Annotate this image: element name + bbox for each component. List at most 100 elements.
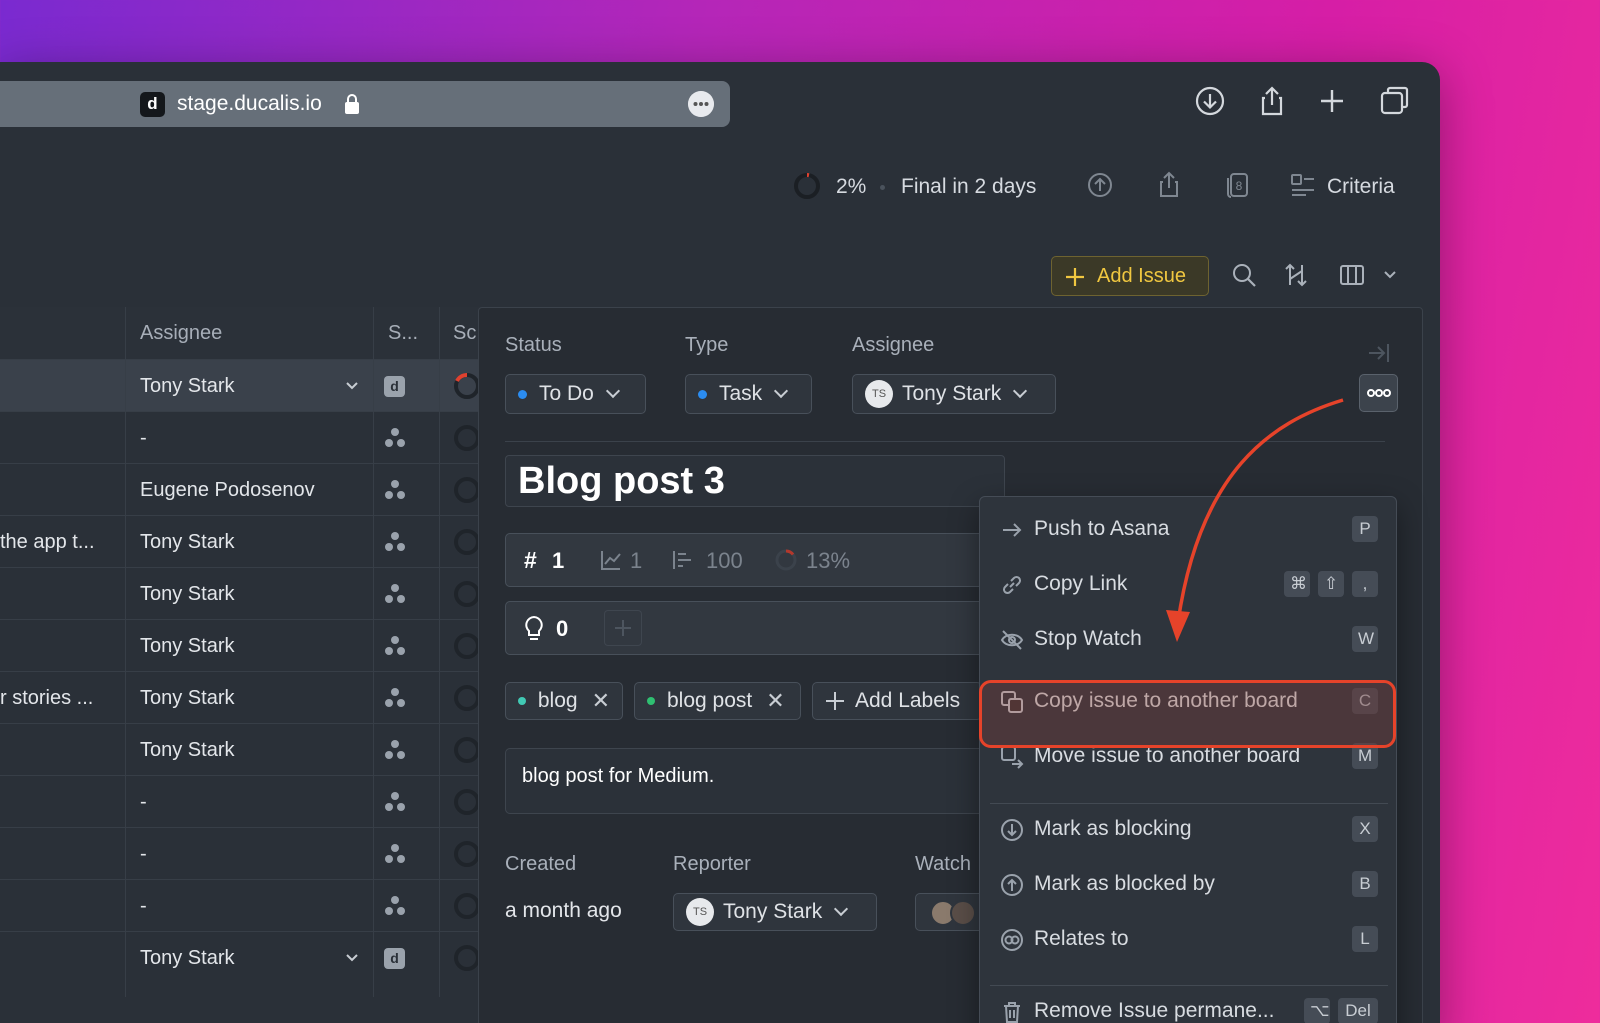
table-row[interactable]: Tony Stark d <box>0 359 480 411</box>
issue-name-cell[interactable]: the app t... <box>0 516 95 568</box>
issue-title-field[interactable]: Blog post 3 <box>505 455 1005 507</box>
chevron-down-icon <box>834 901 849 917</box>
issue-number: 1 <box>552 548 565 573</box>
annotation-arrow-icon <box>1166 398 1344 642</box>
table-row[interactable]: - <box>0 411 480 463</box>
collapse-panel-icon[interactable] <box>1366 340 1392 366</box>
assignee-cell[interactable]: Tony Stark <box>140 724 234 776</box>
sort-icon[interactable] <box>1282 261 1310 289</box>
export-icon[interactable] <box>1154 170 1184 200</box>
label-chip[interactable]: blog post ✕ <box>634 682 801 720</box>
table-row[interactable]: the app t... Tony Stark <box>0 515 480 567</box>
assignee-cell[interactable]: - <box>140 412 147 464</box>
assignee-dropdown[interactable]: TS Tony Stark <box>852 374 1056 414</box>
assignee-cell[interactable]: Tony Stark <box>140 932 234 984</box>
move-icon <box>1001 746 1024 769</box>
separator-dot <box>880 185 885 190</box>
chevron-down-icon[interactable] <box>344 950 360 966</box>
address-bar[interactable]: d stage.ducalis.io <box>0 81 730 127</box>
criteria-label[interactable]: Criteria <box>1327 170 1395 204</box>
table-row[interactable]: Tony Stark <box>0 567 480 619</box>
shortcut-key: Del <box>1338 998 1378 1023</box>
shortcut-key: B <box>1352 871 1378 897</box>
status-dropdown[interactable]: To Do <box>505 374 646 414</box>
table-row[interactable]: Tony Stark d <box>0 931 480 983</box>
assignee-cell[interactable]: - <box>140 776 147 828</box>
remove-label-icon[interactable]: ✕ <box>766 688 784 714</box>
col-assignee[interactable]: Assignee <box>140 307 222 359</box>
more-options-icon[interactable] <box>688 91 714 117</box>
assignee-cell[interactable]: - <box>140 880 147 932</box>
url-text: stage.ducalis.io <box>177 92 322 115</box>
chevron-down-icon[interactable] <box>344 378 360 394</box>
type-dropdown[interactable]: Task <box>685 374 812 414</box>
col-score[interactable]: Sc <box>453 307 476 359</box>
assignee-cell[interactable]: Eugene Podosenov <box>140 464 315 516</box>
avatar <box>950 900 976 926</box>
score-value: 100 <box>706 548 743 573</box>
arrow-down-circle-icon <box>1001 819 1023 841</box>
criteria-icon[interactable] <box>1288 170 1318 200</box>
table-row[interactable]: - <box>0 827 480 879</box>
table-row[interactable]: - <box>0 879 480 931</box>
description-field[interactable]: blog post for Medium. <box>505 748 1005 814</box>
search-icon[interactable] <box>1230 261 1258 289</box>
team-icon <box>385 740 405 759</box>
add-labels-button[interactable]: Add Labels <box>812 682 982 720</box>
tabs-overview-icon[interactable] <box>1378 84 1412 118</box>
table-row[interactable]: Tony Stark <box>0 619 480 671</box>
menu-item-mark-as-blocked-by[interactable]: Mark as blocked by B <box>980 860 1398 910</box>
ideas-count: 0 <box>556 616 569 641</box>
share-icon[interactable] <box>1255 84 1289 118</box>
add-idea-button[interactable] <box>604 610 642 646</box>
add-issue-label: Add Issue <box>1097 265 1186 287</box>
cards-count: 8 <box>1236 179 1243 193</box>
menu-item-label: Remove Issue permane... <box>1034 999 1275 1022</box>
type-dot <box>698 389 707 399</box>
reporter-dropdown[interactable]: TS Tony Stark <box>673 893 877 931</box>
ellipsis-icon <box>1367 389 1391 397</box>
assignee-cell[interactable]: Tony Stark <box>140 516 234 568</box>
team-icon <box>385 480 405 499</box>
chevron-down-icon[interactable] <box>1382 267 1398 283</box>
col-s[interactable]: S... <box>388 307 418 359</box>
label-chip[interactable]: blog ✕ <box>505 682 623 720</box>
add-issue-button[interactable]: Add Issue <box>1051 256 1209 296</box>
status-dot <box>518 389 527 399</box>
team-icon <box>385 428 405 447</box>
assignee-label: Assignee <box>852 334 935 356</box>
column-divider <box>125 307 126 997</box>
assignee-cell[interactable]: Tony Stark <box>140 672 234 724</box>
highlight-box <box>979 680 1396 748</box>
final-deadline: Final in 2 days <box>901 175 1037 198</box>
assignee-cell[interactable]: Tony Stark <box>140 568 234 620</box>
assignee-cell[interactable]: Tony Stark <box>140 620 234 672</box>
cards-count-icon[interactable]: 8 <box>1223 170 1253 200</box>
remove-label-icon[interactable]: ✕ <box>592 688 610 714</box>
site-favicon: d <box>140 92 165 117</box>
download-icon[interactable] <box>1193 84 1227 118</box>
issue-name-cell[interactable]: r stories ... <box>0 672 93 724</box>
team-icon <box>385 844 405 863</box>
new-tab-icon[interactable] <box>1315 84 1349 118</box>
more-actions-button[interactable] <box>1359 374 1398 412</box>
percent-value: 13% <box>806 548 851 573</box>
assignee-cell[interactable]: Tony Stark <box>140 360 234 412</box>
table-row[interactable]: Eugene Podosenov <box>0 463 480 515</box>
created-label: Created <box>505 853 577 875</box>
columns-icon[interactable] <box>1338 261 1366 289</box>
menu-item-label: Relates to <box>1034 927 1129 950</box>
watchers-list[interactable] <box>915 893 985 931</box>
table-row[interactable]: - <box>0 775 480 827</box>
menu-item-relates-to[interactable]: Relates to L <box>980 915 1398 965</box>
table-row[interactable]: Tony Stark <box>0 723 480 775</box>
assignee-cell[interactable]: - <box>140 828 147 880</box>
menu-item-remove-issue[interactable]: Remove Issue permane... Del ⌥ <box>980 987 1398 1023</box>
chevron-down-icon <box>774 383 789 399</box>
menu-item-mark-as-blocking[interactable]: Mark as blocking X <box>980 805 1398 855</box>
lock-icon <box>345 94 359 114</box>
avatar: TS <box>865 380 893 408</box>
upload-circle-icon[interactable] <box>1085 170 1115 200</box>
table-row[interactable]: r stories ... Tony Stark <box>0 671 480 723</box>
menu-item-label: Copy Link <box>1034 572 1128 595</box>
